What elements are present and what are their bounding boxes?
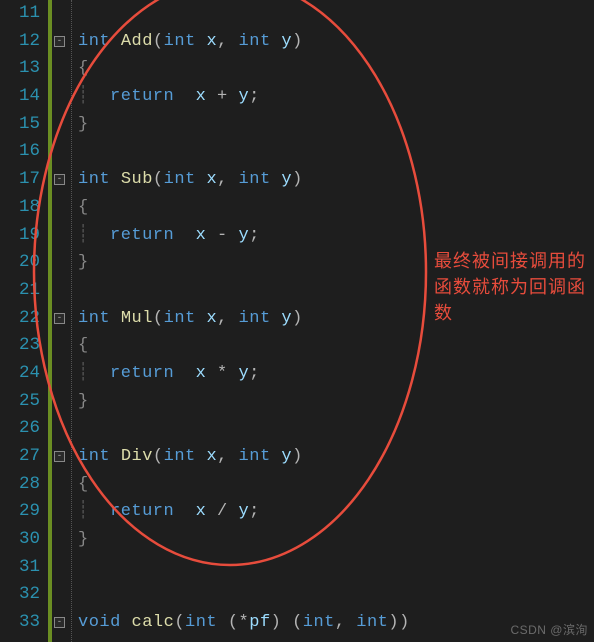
- fold-toggle[interactable]: -: [54, 36, 65, 47]
- line-number: 27: [0, 443, 40, 471]
- fold-toggle[interactable]: -: [54, 313, 65, 324]
- line-number: 32: [0, 581, 40, 609]
- line-number-gutter: 11 12 13 14 15 16 17 18 19 20 21 22 23 2…: [0, 0, 48, 642]
- fold-toggle[interactable]: -: [54, 617, 65, 628]
- line-number: 23: [0, 332, 40, 360]
- line-number: 13: [0, 55, 40, 83]
- line-number: 20: [0, 249, 40, 277]
- line-number: 11: [0, 0, 40, 28]
- line-number: 28: [0, 471, 40, 499]
- line-number: 18: [0, 194, 40, 222]
- line-number: 15: [0, 111, 40, 139]
- line-number: 14: [0, 83, 40, 111]
- annotation-text: 最终被间接调用的 函数就称为回调函 数: [434, 248, 592, 326]
- outer-guide: [68, 0, 78, 642]
- fold-column: - - - - -: [52, 0, 68, 642]
- line-number: 16: [0, 138, 40, 166]
- line-number: 12: [0, 28, 40, 56]
- fold-toggle[interactable]: -: [54, 451, 65, 462]
- line-number: 22: [0, 305, 40, 333]
- line-number: 31: [0, 554, 40, 582]
- line-number: 29: [0, 498, 40, 526]
- line-number: 25: [0, 388, 40, 416]
- watermark: CSDN @滨洵: [510, 621, 588, 638]
- line-number: 30: [0, 526, 40, 554]
- line-number: 19: [0, 222, 40, 250]
- line-number: 24: [0, 360, 40, 388]
- line-number: 17: [0, 166, 40, 194]
- line-number: 33: [0, 609, 40, 637]
- fold-toggle[interactable]: -: [54, 174, 65, 185]
- line-number: 21: [0, 277, 40, 305]
- line-number: 26: [0, 415, 40, 443]
